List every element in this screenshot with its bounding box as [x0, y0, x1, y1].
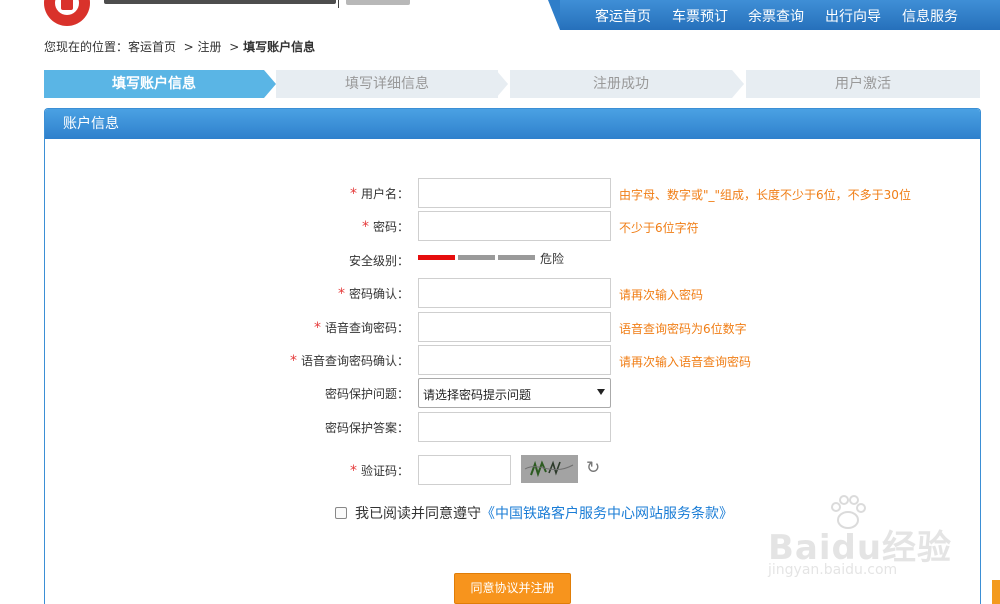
breadcrumb: 您现在的位置：客运首页 > 注册 > 填写账户信息	[44, 38, 315, 55]
captcha-image[interactable]	[521, 455, 578, 483]
step-label: 用户激活	[835, 76, 891, 92]
step-arrow	[732, 70, 744, 98]
required-mark: *	[349, 186, 357, 202]
agreement-text: 我已阅读并同意遵守	[355, 506, 481, 522]
captcha-label: * 验证码：	[349, 463, 409, 479]
nav-item-travel-guide[interactable]: 出行向导	[825, 6, 881, 26]
password-confirm-label: * 密码确认：	[337, 286, 409, 302]
top-navigation: 客运首页 车票预订 余票查询 出行向导 信息服务	[548, 0, 1000, 30]
brand-divider	[338, 0, 339, 8]
breadcrumb-current: 填写账户信息	[243, 40, 316, 54]
railway-logo	[44, 0, 90, 26]
security-answer-label: 密码保护答案：	[324, 421, 409, 435]
breadcrumb-home-link[interactable]: 客运首页	[128, 40, 176, 54]
username-label: * 用户名：	[349, 186, 409, 202]
security-answer-input[interactable]	[418, 412, 611, 442]
voice-password-confirm-label: * 语音查询密码确认：	[289, 353, 409, 369]
required-mark: *	[337, 286, 345, 302]
password-confirm-row: * 密码确认： 请再次输入密码	[45, 278, 982, 308]
voice-password-confirm-input[interactable]	[418, 345, 611, 375]
captcha-input[interactable]	[418, 455, 511, 485]
chevron-down-icon	[597, 389, 605, 395]
required-mark: *	[361, 219, 369, 235]
password-row: * 密码： 不少于6位字符	[45, 211, 982, 241]
voice-password-confirm-row: * 语音查询密码确认： 请再次输入语音查询密码	[45, 345, 982, 375]
password-confirm-input[interactable]	[418, 278, 611, 308]
baidu-jingyan-watermark: Baidu经验 jingyan.baidu.com	[768, 494, 958, 584]
step-arrow	[496, 70, 508, 98]
edge-decoration	[992, 580, 1000, 604]
voice-password-hint: 语音查询密码为6位数字	[619, 322, 747, 336]
required-mark: *	[349, 463, 357, 479]
agree-register-button[interactable]: 同意协议并注册	[454, 573, 571, 604]
security-level-text: 危险	[540, 252, 565, 266]
voice-password-row: * 语音查询密码： 语音查询密码为6位数字	[45, 312, 982, 342]
breadcrumb-separator: >	[225, 40, 244, 54]
voice-password-label: * 语音查询密码：	[313, 320, 409, 336]
password-strength-meter	[418, 255, 536, 260]
site-header: 客运首页 车票预订 余票查询 出行向导 信息服务	[0, 0, 1000, 30]
step-arrow	[264, 70, 276, 98]
username-input[interactable]	[418, 178, 611, 208]
step-label: 填写账户信息	[112, 76, 196, 92]
password-confirm-hint: 请再次输入密码	[619, 288, 704, 302]
step-account-info: 填写账户信息	[44, 70, 264, 98]
security-answer-row: 密码保护答案：	[45, 412, 982, 442]
nav-item-booking[interactable]: 车票预订	[672, 6, 728, 26]
security-question-label: 密码保护问题：	[324, 387, 409, 401]
security-question-select[interactable]: 请选择密码提示问题	[418, 378, 611, 408]
step-register-success: 注册成功	[510, 70, 732, 98]
captcha-row: * 验证码： ↻	[45, 455, 982, 485]
strength-bar-2	[458, 255, 495, 260]
refresh-icon[interactable]: ↻	[586, 458, 600, 478]
password-hint: 不少于6位字符	[619, 221, 699, 235]
password-input[interactable]	[418, 211, 611, 241]
nav-item-home[interactable]: 客运首页	[595, 6, 651, 26]
security-level-row: 安全级别： 危险	[45, 245, 982, 275]
site-brand-name	[104, 0, 336, 4]
voice-password-confirm-hint: 请再次输入语音查询密码	[619, 355, 752, 369]
strength-bar-1	[418, 255, 455, 260]
strength-bar-3	[498, 255, 535, 260]
breadcrumb-prefix: 您现在的位置：	[44, 40, 129, 54]
step-user-activation: 用户激活	[746, 70, 980, 98]
terms-link[interactable]: 《中国铁路客户服务中心网站服务条款》	[481, 506, 733, 522]
voice-password-input[interactable]	[418, 312, 611, 342]
breadcrumb-register-link[interactable]: 注册	[198, 40, 222, 54]
security-level-label: 安全级别：	[348, 254, 409, 268]
site-brand-subtitle	[346, 0, 410, 5]
agreement-checkbox[interactable]	[335, 507, 347, 519]
nav-item-availability[interactable]: 余票查询	[748, 6, 804, 26]
required-mark: *	[313, 320, 321, 336]
watermark-url: jingyan.baidu.com	[768, 562, 898, 578]
security-question-selected: 请选择密码提示问题	[423, 388, 532, 402]
step-detail-info: 填写详细信息	[276, 70, 498, 98]
step-label: 注册成功	[593, 76, 649, 92]
registration-steps: 填写账户信息 填写详细信息 注册成功 用户激活	[44, 70, 980, 98]
required-mark: *	[289, 353, 297, 369]
agreement: 我已阅读并同意遵守《中国铁路客户服务中心网站服务条款》	[335, 503, 733, 523]
nav-item-info-service[interactable]: 信息服务	[902, 6, 958, 26]
password-label: * 密码：	[361, 219, 409, 235]
username-row: * 用户名： 由字母、数字或"_"组成，长度不少于6位，不多于30位	[45, 178, 982, 208]
panel-title: 账户信息	[45, 109, 980, 139]
security-question-row: 密码保护问题： 请选择密码提示问题	[45, 378, 982, 408]
step-label: 填写详细信息	[345, 76, 429, 92]
breadcrumb-separator: >	[179, 40, 198, 54]
username-hint: 由字母、数字或"_"组成，长度不少于6位，不多于30位	[619, 188, 911, 202]
